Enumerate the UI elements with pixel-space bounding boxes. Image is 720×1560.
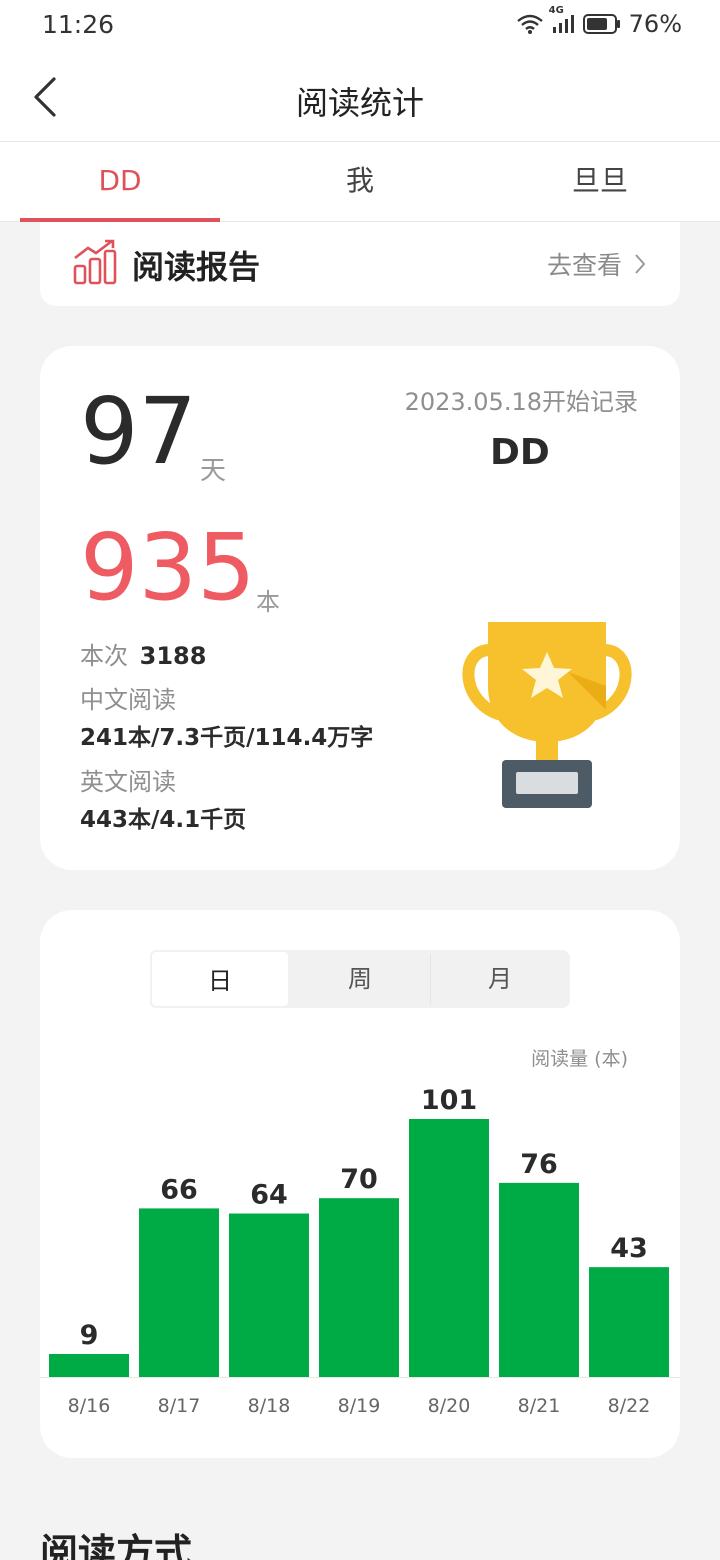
page-title: 阅读统计 — [295, 84, 424, 122]
english-reading-label: 英文阅读 — [80, 768, 176, 796]
battery-icon — [582, 13, 621, 35]
bar-8/21[interactable] — [499, 1182, 579, 1377]
period-day-button[interactable]: 日 — [150, 950, 290, 1008]
x-tick-label: 8/22 — [608, 1395, 651, 1417]
wifi-icon — [516, 14, 543, 34]
session-count-label: 本次 — [80, 642, 128, 670]
bar-value-label: 101 — [421, 1085, 477, 1116]
tab-me[interactable]: 我 — [260, 142, 460, 222]
tab-dd[interactable]: DD — [20, 142, 220, 222]
status-bar: 11:26 4G 76% — [0, 0, 720, 52]
bar-value-label: 9 — [80, 1320, 99, 1351]
session-count-row: 本次 3188 — [80, 636, 206, 671]
x-tick-label: 8/18 — [248, 1395, 291, 1417]
books-unit: 本 — [256, 588, 280, 616]
network-type: 4G — [548, 5, 564, 16]
bar-value-label: 66 — [160, 1174, 198, 1205]
stats-card: 97 天 2023.05.18开始记录 DD 935 本 本次 3188 中文阅… — [40, 346, 680, 870]
bar-8/17[interactable] — [139, 1208, 219, 1377]
x-tick-label: 8/20 — [428, 1395, 471, 1417]
english-reading-value: 443本/4.1千页 — [80, 807, 247, 833]
bar-8/22[interactable] — [589, 1267, 669, 1377]
bar-value-label: 70 — [340, 1164, 378, 1195]
bar-8/19[interactable] — [319, 1198, 399, 1377]
session-count-value: 3188 — [139, 642, 207, 670]
status-time: 11:26 — [42, 10, 115, 39]
x-tick-label: 8/16 — [68, 1395, 111, 1417]
x-tick-label: 8/17 — [158, 1395, 201, 1417]
x-tick-label: 8/19 — [338, 1395, 381, 1417]
chevron-right-icon — [635, 254, 646, 274]
books-count: 935 — [80, 514, 256, 621]
bar-value-label: 64 — [250, 1180, 288, 1211]
daily-reading-chart-card: 日 周 月 阅读量 (本) 9 8/16 66 8/17 64 8/18 70 8/19 101… — [40, 910, 680, 1458]
chinese-reading-value: 241本/7.3千页/114.4万字 — [80, 725, 374, 751]
reading-report-card[interactable]: 阅读报告 去查看 — [40, 222, 680, 306]
bar-8/20[interactable] — [409, 1119, 489, 1377]
reading-bar-chart: 9 8/16 66 8/17 64 8/18 70 8/19 101 8/20 76 8/21 43 8/… — [40, 1085, 680, 1417]
tab-dandan[interactable]: 旦旦 — [500, 142, 700, 222]
app-header-area: 11:26 4G 76% 阅读统计 DD 我 旦旦 — [0, 0, 720, 222]
chinese-reading-label: 中文阅读 — [80, 686, 176, 714]
view-report-link[interactable]: 去查看 — [547, 246, 646, 282]
reader-tabs: DD 我 旦旦 — [0, 142, 720, 222]
reader-name: DD — [490, 432, 550, 473]
status-icons: 4G 76% — [516, 5, 682, 38]
bar-value-label: 43 — [610, 1233, 648, 1264]
period-month-button[interactable]: 月 — [430, 950, 570, 1008]
reading-method-section-title: 阅读方式 — [40, 1531, 193, 1560]
cellular-signal-icon: 4G — [549, 5, 575, 35]
bar-8/18[interactable] — [229, 1213, 309, 1377]
report-label: 阅读报告 — [132, 248, 261, 286]
period-week-button[interactable]: 周 — [290, 950, 430, 1008]
period-selector: 日 周 月 — [150, 950, 570, 1008]
days-unit: 天 — [200, 456, 227, 486]
bar-chart-icon — [72, 238, 118, 290]
trophy-icon — [458, 618, 636, 818]
title-bar: 阅读统计 — [0, 52, 720, 142]
battery-percent: 76% — [628, 10, 682, 38]
bar-8/16[interactable] — [49, 1354, 129, 1377]
x-tick-label: 8/21 — [518, 1395, 561, 1417]
bar-value-label: 76 — [520, 1149, 558, 1180]
days-count: 97 — [80, 378, 198, 485]
start-date-note: 2023.05.18开始记录 — [404, 388, 638, 416]
view-report-text: 去查看 — [546, 251, 622, 280]
